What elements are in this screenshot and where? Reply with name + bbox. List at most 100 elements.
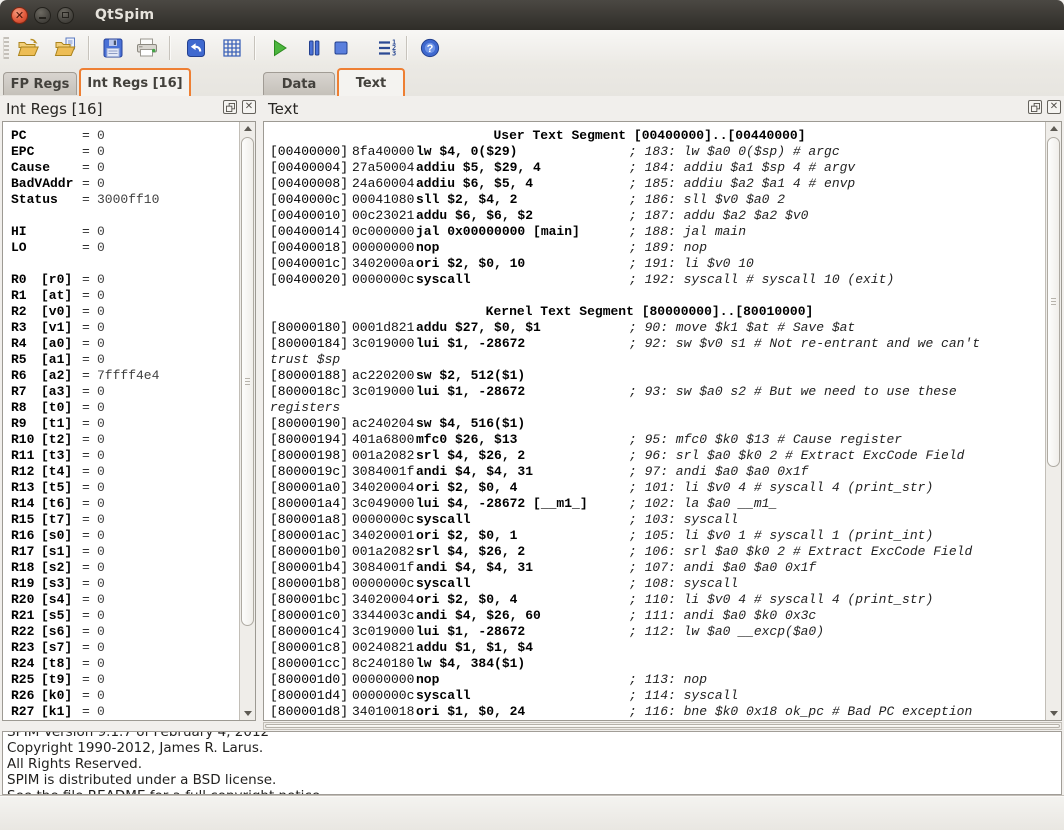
grid-registers-icon[interactable] (218, 34, 246, 62)
svg-text:?: ? (427, 43, 434, 55)
instruction-row: [800001b4]3084001fandi $4, $4, 31; 107: … (270, 560, 1045, 576)
register-row: R24[t8]=0 (11, 656, 239, 672)
instruction-row: [0040001c]3402000aori $2, $0, 10; 191: l… (270, 256, 1045, 272)
register-row: EPC=0 (11, 144, 239, 160)
instruction-row: [800001c4]3c019000lui $1, -28672; 112: l… (270, 624, 1045, 640)
toolbar-drag-handle[interactable] (3, 37, 9, 59)
register-row: R21[s5]=0 (11, 608, 239, 624)
text-dock-title: Text (268, 100, 298, 118)
instruction-row: [00400000]8fa40000lw $4, 0($29); 183: lw… (270, 144, 1045, 160)
tab-fp-regs[interactable]: FP Regs (3, 72, 77, 95)
qtspim-window: ✕ QtSpim (0, 0, 1064, 830)
text-vertical-scrollbar[interactable] (1045, 122, 1061, 720)
reinitialize-load-icon[interactable] (52, 34, 80, 62)
text-content: User Text Segment [00400000]..[00440000]… (264, 122, 1045, 721)
segment-header: User Text Segment [00400000]..[00440000] (270, 128, 1029, 144)
register-row: PC=0 (11, 128, 239, 144)
instruction-row: [800001c8]00240821addu $1, $1, $4 (270, 640, 1045, 656)
tab-text[interactable]: Text (337, 68, 405, 96)
message-line: Copyright 1990-2012, James R. Larus. (7, 740, 1061, 756)
register-row: R19[s3]=0 (11, 576, 239, 592)
instruction-row: [800001d0]00000000nop; 113: nop (270, 672, 1045, 688)
scroll-up-arrow-icon[interactable] (240, 122, 255, 135)
window-minimize-button[interactable] (34, 7, 51, 24)
register-row: R0[r0]=0 (11, 272, 239, 288)
register-row: R17[s1]=0 (11, 544, 239, 560)
scroll-down-arrow-icon[interactable] (240, 707, 255, 720)
close-icon[interactable]: ✕ (1047, 100, 1061, 114)
instruction-row: [00400014]0c000000jal 0x00000000 [main];… (270, 224, 1045, 240)
load-file-icon[interactable] (15, 34, 43, 62)
message-line: See the file README for a full copyright… (7, 788, 1061, 795)
instruction-row: [0040000c]00041080sll $2, $4, 2; 186: sl… (270, 192, 1045, 208)
instruction-row: [80000198]001a2082srl $4, $26, 2; 96: sr… (270, 448, 1045, 464)
blank-line (270, 288, 1045, 304)
register-row: R20[s4]=0 (11, 592, 239, 608)
register-row: R12[t4]=0 (11, 464, 239, 480)
register-row: HI=0 (11, 224, 239, 240)
instruction-row: [800001bc]34020004ori $2, $0, 4; 110: li… (270, 592, 1045, 608)
window-close-button[interactable]: ✕ (11, 7, 28, 24)
register-row: R5[a1]=0 (11, 352, 239, 368)
register-blank-row (11, 208, 239, 224)
scrollbar-thumb[interactable] (265, 724, 1060, 728)
scrollbar-thumb[interactable] (1047, 137, 1060, 467)
register-row: R27[k1]=0 (11, 704, 239, 720)
segment-header: Kernel Text Segment [80000000]..[8001000… (270, 304, 1029, 320)
tab-strip: FP Regs Int Regs [16] Data Text (0, 66, 1064, 96)
instruction-row: [800001a0]34020004ori $2, $0, 4; 101: li… (270, 480, 1045, 496)
comment-continuation: trust $sp (270, 352, 1045, 368)
single-step-icon[interactable]: 123 (373, 34, 401, 62)
undo-icon[interactable] (182, 34, 210, 62)
instruction-row: [00400018]00000000nop; 189: nop (270, 240, 1045, 256)
message-line: SPIM is distributed under a BSD license. (7, 772, 1061, 788)
float-icon[interactable] (223, 100, 237, 114)
window-title: QtSpim (95, 7, 154, 23)
register-row: R6[a2]=7ffff4e4 (11, 368, 239, 384)
scroll-up-arrow-icon[interactable] (1046, 122, 1061, 135)
tab-data[interactable]: Data (263, 72, 335, 95)
tab-int-regs[interactable]: Int Regs [16] (79, 68, 191, 96)
message-line: SPIM Version 9.1.7 of February 4, 2012 (7, 731, 1061, 740)
register-row: R8[t0]=0 (11, 400, 239, 416)
register-row: R1[at]=0 (11, 288, 239, 304)
instruction-row: [800001b8]0000000csyscall; 108: syscall (270, 576, 1045, 592)
toolbar-separator (254, 36, 255, 60)
registers-vertical-scrollbar[interactable] (239, 122, 255, 720)
scrollbar-thumb[interactable] (241, 137, 254, 626)
print-icon[interactable] (133, 34, 161, 62)
instruction-row: [800001ac]34020001ori $2, $0, 1; 105: li… (270, 528, 1045, 544)
scroll-down-arrow-icon[interactable] (1046, 707, 1061, 720)
text-segment-panel: User Text Segment [00400000]..[00440000]… (263, 121, 1062, 721)
instruction-row: [800001d8]34010018ori $1, $0, 24; 116: b… (270, 704, 1045, 720)
pause-icon[interactable] (300, 34, 328, 62)
instruction-row: [8000018c]3c019000lui $1, -28672; 93: sw… (270, 384, 1045, 400)
run-icon[interactable] (265, 34, 293, 62)
register-row: R9[t1]=0 (11, 416, 239, 432)
register-row: Status=3000ff10 (11, 192, 239, 208)
instruction-row: [80000184]3c019000lui $1, -28672; 92: sw… (270, 336, 1045, 352)
save-log-icon[interactable] (99, 34, 127, 62)
toolbar: 123 ? (0, 30, 1064, 66)
instruction-row: [800001a4]3c049000lui $4, -28672 [__m1_]… (270, 496, 1045, 512)
register-row: BadVAddr=0 (11, 176, 239, 192)
text-horizontal-scrollbar[interactable] (263, 722, 1062, 730)
text-dock-header: Text ✕ (261, 96, 1064, 121)
instruction-row: [00400010]00c23021addu $6, $6, $2; 187: … (270, 208, 1045, 224)
register-row: R23[s7]=0 (11, 640, 239, 656)
help-icon[interactable]: ? (416, 34, 444, 62)
instruction-row: [00400008]24a60004addiu $6, $5, 4; 185: … (270, 176, 1045, 192)
instruction-row: [800001cc]8c240180lw $4, 384($1) (270, 656, 1045, 672)
status-bar (0, 795, 1064, 830)
register-blank-row (11, 256, 239, 272)
register-row: R10[t2]=0 (11, 432, 239, 448)
register-row: R4[a0]=0 (11, 336, 239, 352)
window-maximize-button[interactable] (57, 7, 74, 24)
float-icon[interactable] (1028, 100, 1042, 114)
close-icon[interactable]: ✕ (242, 100, 256, 114)
register-row: R2[v0]=0 (11, 304, 239, 320)
register-row: R14[t6]=0 (11, 496, 239, 512)
stop-icon[interactable] (327, 34, 355, 62)
register-row: R13[t5]=0 (11, 480, 239, 496)
toolbar-separator (406, 36, 407, 60)
